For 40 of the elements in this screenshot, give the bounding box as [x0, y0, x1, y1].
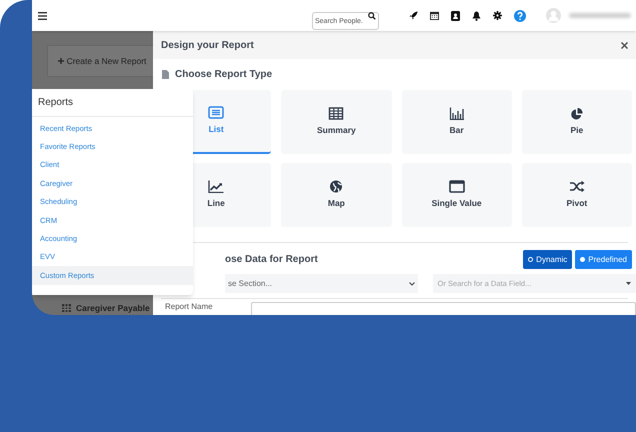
rocket-icon[interactable]: [409, 11, 418, 20]
table-icon: [328, 107, 344, 120]
window-icon: [448, 180, 465, 194]
caret-icon: [626, 282, 631, 285]
search-icon[interactable]: [368, 12, 376, 20]
bar-chart-icon: [448, 107, 465, 120]
close-icon[interactable]: [621, 42, 628, 48]
section-heading: Choose Report Type: [175, 68, 272, 82]
report-type-card[interactable]: Summary: [281, 90, 392, 154]
pie-chart-icon: [568, 107, 585, 120]
section-heading: ose Data for Report: [225, 253, 318, 267]
field-label: Report Name: [165, 302, 213, 312]
chevron-down-icon: [408, 282, 415, 286]
report-title: Caregiver Payable: [76, 302, 150, 315]
radio-empty-icon: [528, 257, 534, 262]
menu-title: Reports: [38, 96, 74, 110]
section-select[interactable]: se Section...: [225, 274, 418, 293]
report-type-card[interactable]: Pivot: [522, 163, 632, 227]
report-type-card[interactable]: Map: [281, 163, 392, 227]
mode-button[interactable]: Predefined: [575, 250, 632, 269]
calendar-icon[interactable]: [430, 11, 439, 20]
plus-icon: [58, 58, 64, 64]
file-icon: [162, 70, 169, 79]
menu-icon[interactable]: [38, 12, 47, 20]
list-icon: [208, 106, 224, 120]
report-type-card[interactable]: Bar: [402, 90, 512, 154]
blurred-username: [569, 13, 631, 18]
globe-icon: [328, 180, 344, 194]
bell-icon[interactable]: [472, 10, 481, 20]
mode-button[interactable]: Dynamic: [523, 250, 572, 269]
settings-icon[interactable]: [493, 11, 502, 20]
contact-book-icon[interactable]: [451, 10, 460, 20]
help-icon[interactable]: [514, 10, 526, 22]
report-type-card[interactable]: Single Value: [402, 163, 512, 227]
table-icon: [62, 304, 71, 312]
dialog-title: Design your Report: [161, 38, 254, 52]
report-type-card[interactable]: Pie: [522, 90, 632, 154]
radio-filled-icon: [580, 257, 586, 262]
shuffle-icon: [568, 180, 585, 194]
line-chart-icon: [208, 180, 224, 194]
